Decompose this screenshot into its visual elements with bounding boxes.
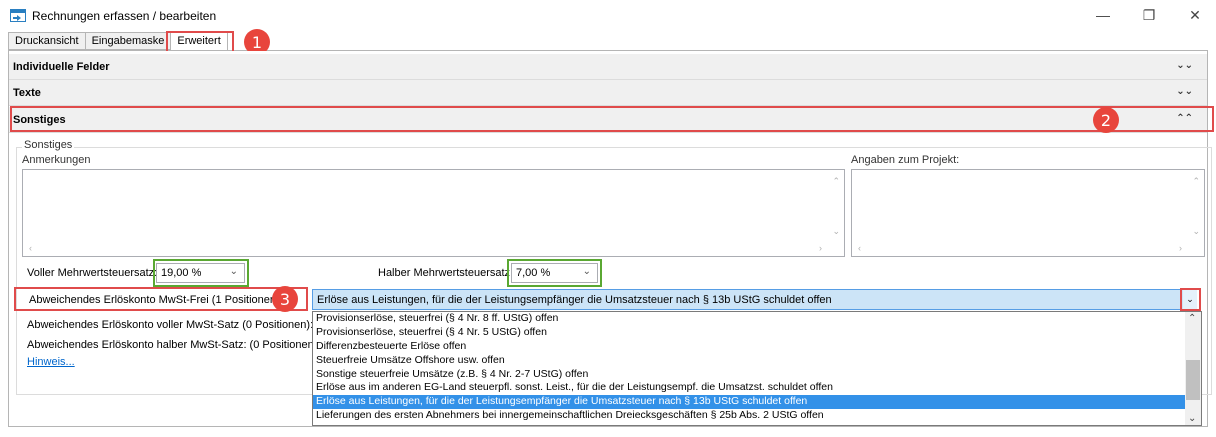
hint-link[interactable]: Hinweis... xyxy=(27,356,75,368)
minimize-icon: — xyxy=(1096,7,1110,23)
full-vat-label: Voller Mehrwertsteuersatz: xyxy=(27,267,158,279)
list-item[interactable]: Erlöse aus im anderen EG-Land steuerpfl.… xyxy=(313,381,1185,395)
half-vat-label: Halber Mehrwertsteuersatz: xyxy=(378,267,514,279)
projekt-label: Angaben zum Projekt: xyxy=(851,154,960,166)
close-button[interactable]: ✕ xyxy=(1172,4,1216,26)
expand-chevron-icon[interactable]: ⌄⌄ xyxy=(1176,60,1193,71)
tab-druckansicht[interactable]: Druckansicht xyxy=(8,32,86,50)
highlight-section-sonstiges xyxy=(10,106,1214,132)
account-voll-label: Abweichendes Erlöskonto voller MwSt-Satz… xyxy=(27,319,314,331)
tab-eingabemaske[interactable]: Eingabemaske xyxy=(84,32,172,50)
list-item[interactable]: Differenzbesteuerte Erlöse offen xyxy=(313,340,1185,354)
restore-icon: ❐ xyxy=(1142,6,1156,23)
window-title: Rechnungen erfassen / bearbeiten xyxy=(32,9,217,23)
scroll-up-icon[interactable]: ⌃ xyxy=(832,176,840,187)
callout-badge-3: 3 xyxy=(272,286,298,312)
list-item-selected[interactable]: Erlöse aus Leistungen, für die der Leist… xyxy=(313,395,1185,410)
scroll-right-icon[interactable]: › xyxy=(819,243,822,253)
scroll-right-icon[interactable]: › xyxy=(1179,243,1182,253)
restore-button[interactable]: ❐ xyxy=(1126,4,1172,26)
scrollbar-thumb[interactable] xyxy=(1186,360,1200,400)
section-label: Individuelle Felder xyxy=(13,60,110,73)
group-title: Sonstiges xyxy=(22,139,75,151)
scroll-down-icon[interactable]: ⌄ xyxy=(1188,413,1196,424)
section-individuelle-felder[interactable]: Individuelle Felder ⌄⌄ xyxy=(9,54,1207,80)
list-item[interactable]: Lieferungen des ersten Abnehmers bei inn… xyxy=(313,409,1185,423)
scroll-down-icon[interactable]: ⌄ xyxy=(832,226,840,237)
scroll-left-icon[interactable]: ‹ xyxy=(29,243,32,253)
highlight-half-vat xyxy=(507,259,602,287)
highlight-tab-erweitert xyxy=(166,31,234,53)
scroll-up-icon[interactable]: ⌃ xyxy=(1192,176,1200,187)
projekt-textarea[interactable]: ⌃ ⌄ ‹ › xyxy=(851,169,1205,257)
account-halb-label: Abweichendes Erlöskonto halber MwSt-Satz… xyxy=(27,339,321,351)
account-dropdown-list[interactable]: Provisionserlöse, steuerfrei (§ 4 Nr. 8 … xyxy=(312,311,1202,426)
close-icon: ✕ xyxy=(1189,6,1201,23)
account-frei-select[interactable]: Erlöse aus Leistungen, für die der Leist… xyxy=(312,289,1196,310)
highlight-dropdown-button xyxy=(1180,288,1201,311)
list-item[interactable]: Provisionserlöse, steuerfrei (§ 4 Nr. 8 … xyxy=(313,312,1185,326)
section-label: Texte xyxy=(13,86,41,99)
list-item[interactable]: Provisionserlöse, steuerfrei (§ 4 Nr. 5 … xyxy=(313,326,1185,340)
section-texte[interactable]: Texte ⌄⌄ xyxy=(9,80,1207,106)
highlight-account-frei xyxy=(14,287,308,311)
minimize-button[interactable]: — xyxy=(1080,4,1126,26)
anmerkungen-label: Anmerkungen xyxy=(22,154,91,166)
app-icon xyxy=(10,9,26,22)
scroll-down-icon[interactable]: ⌄ xyxy=(1192,226,1200,237)
list-item[interactable]: Sonstige steuerfreie Umsätze (z.B. § 4 N… xyxy=(313,368,1185,382)
callout-badge-2: 2 xyxy=(1093,107,1119,133)
scroll-left-icon[interactable]: ‹ xyxy=(858,243,861,253)
account-frei-value: Erlöse aus Leistungen, für die der Leist… xyxy=(317,293,832,306)
expand-chevron-icon[interactable]: ⌄⌄ xyxy=(1176,86,1193,97)
anmerkungen-textarea[interactable]: ⌃ ⌄ ‹ › xyxy=(22,169,845,257)
highlight-full-vat xyxy=(153,259,249,287)
title-bar: Rechnungen erfassen / bearbeiten — ❐ ✕ xyxy=(0,0,1216,30)
list-item[interactable]: Steuerfreie Umsätze Offshore usw. offen xyxy=(313,354,1185,368)
scroll-up-icon[interactable]: ⌃ xyxy=(1188,313,1196,324)
list-scrollbar[interactable]: ⌃ ⌄ xyxy=(1185,312,1201,425)
